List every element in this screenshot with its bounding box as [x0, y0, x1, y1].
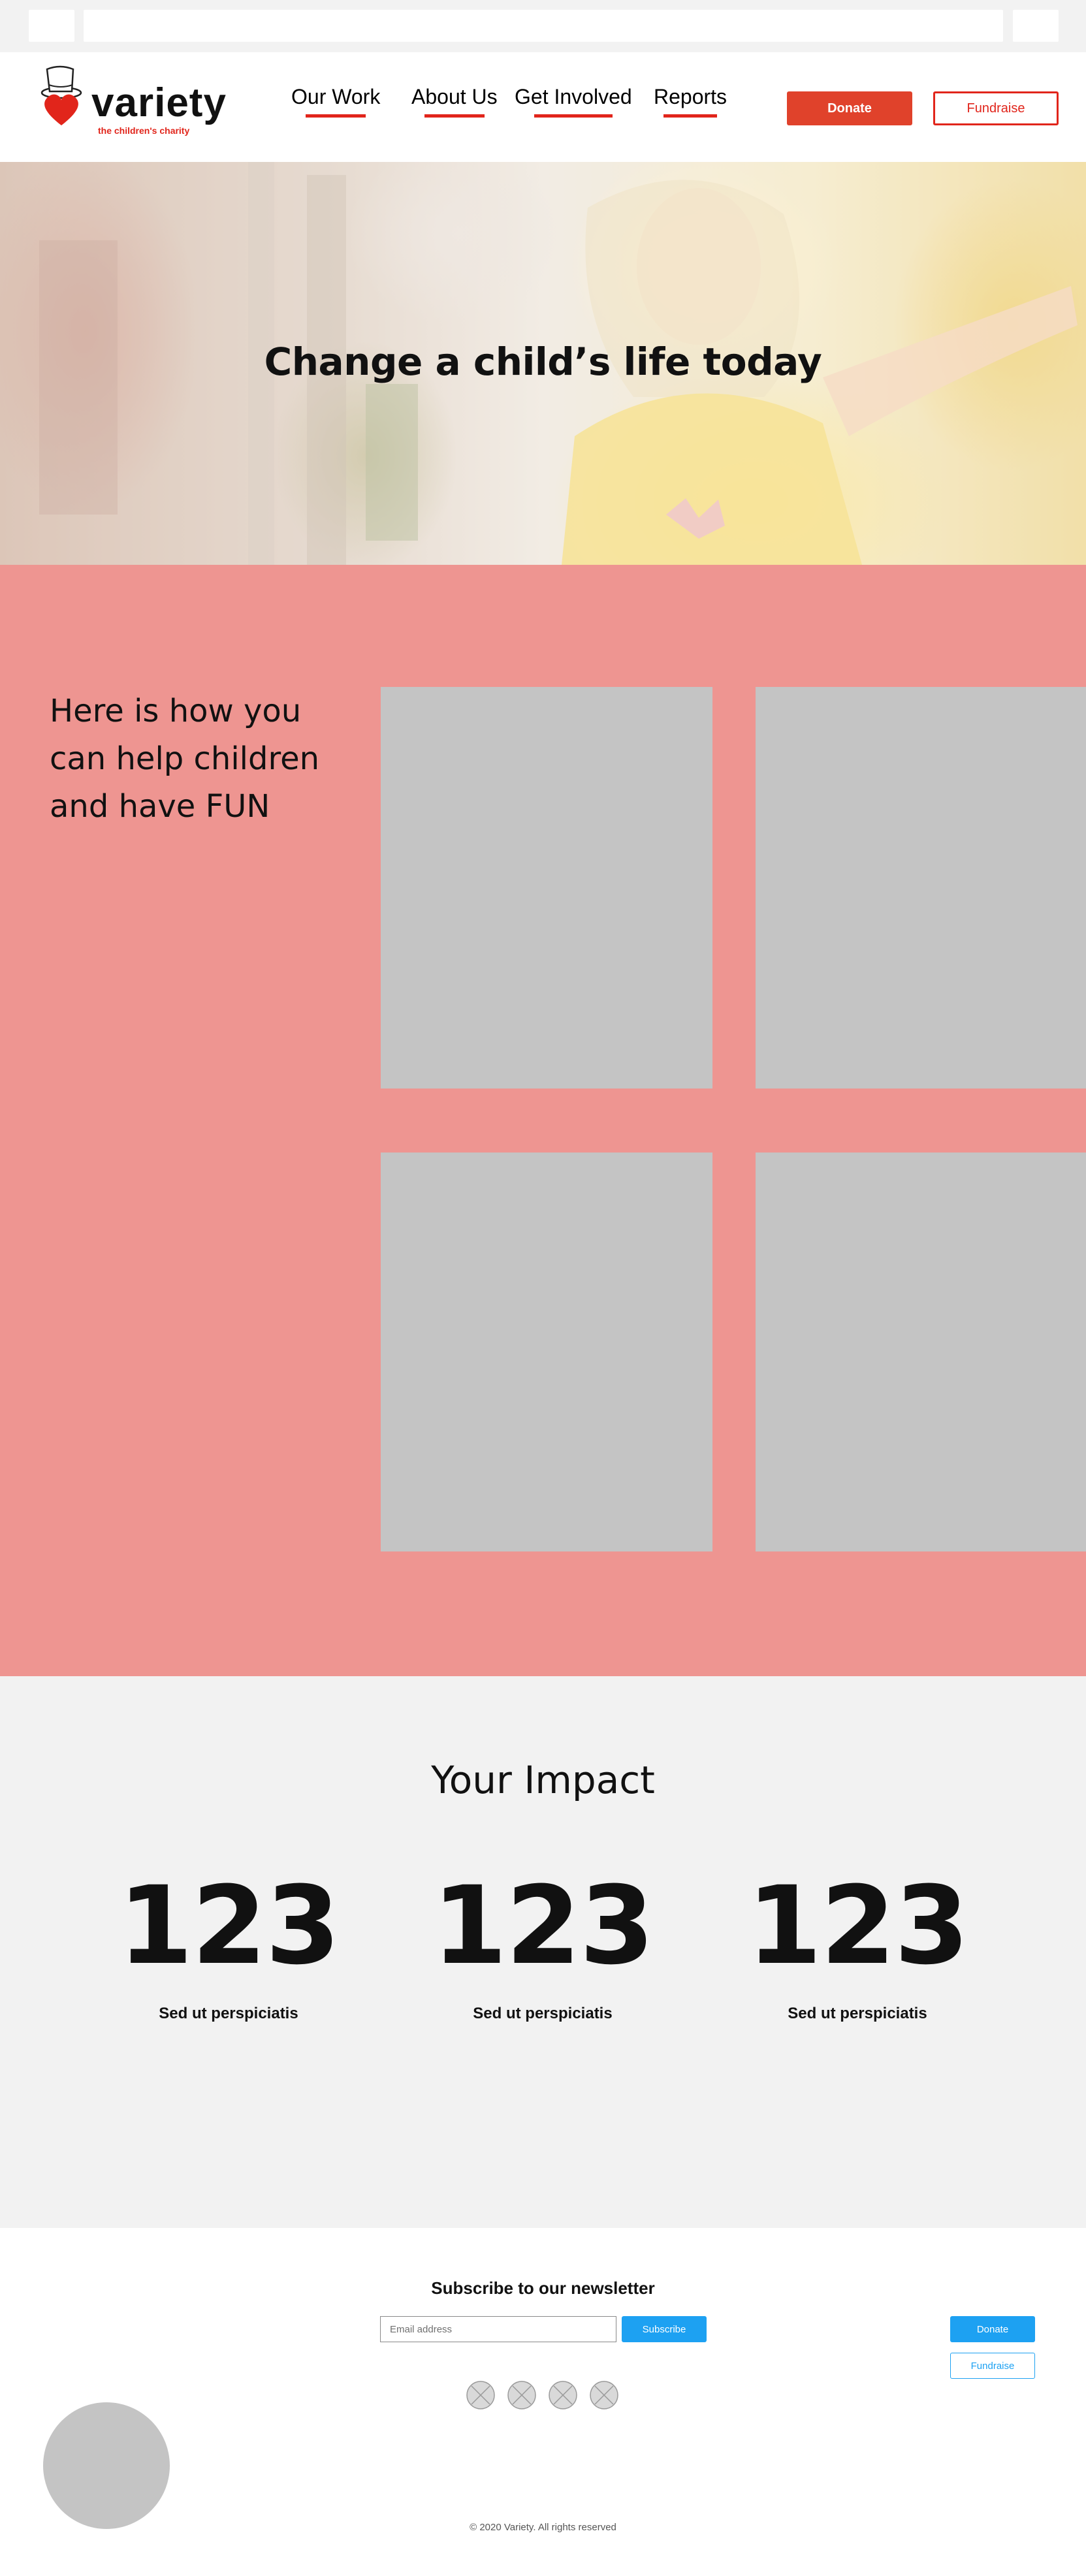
page: variety the children's charity Our Work …	[0, 0, 1086, 2576]
impact-section: Your Impact 123 Sed ut perspiciatis 123 …	[0, 1676, 1086, 2228]
nav-underline	[306, 114, 366, 118]
stat-caption: Sed ut perspiciatis	[473, 2005, 613, 2022]
nav-label: About Us	[411, 85, 498, 108]
social-icon[interactable]	[507, 2380, 537, 2410]
copyright-text: © 2020 Variety. All rights reserved	[470, 2522, 616, 2533]
fundraise-button[interactable]: Fundraise	[933, 91, 1059, 125]
impact-title: Your Impact	[431, 1758, 655, 1802]
activity-card[interactable]	[756, 687, 1086, 1089]
nav-get-involved[interactable]: Get Involved	[515, 85, 632, 118]
nav-our-work[interactable]: Our Work	[291, 85, 380, 118]
impact-stat: 123 Sed ut perspiciatis	[727, 1872, 988, 2023]
newsletter-email-input[interactable]	[380, 2316, 616, 2342]
footer-avatar	[43, 2402, 170, 2529]
donate-button[interactable]: Donate	[787, 91, 912, 125]
nav-reports[interactable]: Reports	[654, 85, 727, 118]
site-header: variety the children's charity Our Work …	[0, 52, 1086, 162]
logo-tagline: the children's charity	[98, 125, 190, 136]
social-icon[interactable]	[589, 2380, 619, 2410]
footer-donate-button[interactable]: Donate	[950, 2316, 1035, 2342]
activity-card[interactable]	[756, 1153, 1086, 1551]
nav-underline	[534, 114, 613, 118]
stat-value: 123	[432, 1863, 654, 1988]
social-icon[interactable]	[548, 2380, 578, 2410]
subscribe-button[interactable]: Subscribe	[622, 2316, 707, 2342]
site-footer: Subscribe to our newsletter Subscribe Do…	[0, 2228, 1086, 2576]
nav-label: Reports	[654, 85, 727, 108]
nav-underline	[424, 114, 485, 118]
address-bar[interactable]	[84, 10, 1003, 42]
logo-wordmark: variety	[91, 80, 227, 125]
browser-chrome	[0, 0, 1086, 52]
help-section: Here is how you can help children and ha…	[0, 565, 1086, 1676]
impact-stat: 123 Sed ut perspiciatis	[98, 1872, 359, 2023]
hero-banner: Change a child’s life today	[0, 162, 1086, 565]
browser-menu-button[interactable]	[1013, 10, 1059, 42]
stat-value: 123	[118, 1863, 340, 1988]
nav-about-us[interactable]: About Us	[411, 85, 498, 118]
newsletter-title: Subscribe to our newsletter	[431, 2278, 655, 2298]
stat-value: 123	[746, 1863, 969, 1988]
nav-label: Our Work	[291, 85, 381, 108]
hero-title: Change a child’s life today	[264, 340, 822, 384]
stat-caption: Sed ut perspiciatis	[788, 2005, 927, 2022]
social-icon[interactable]	[466, 2380, 496, 2410]
nav-underline	[663, 114, 718, 118]
footer-fundraise-button[interactable]: Fundraise	[950, 2353, 1035, 2379]
top-hat-heart-icon	[40, 65, 82, 125]
impact-stat: 123 Sed ut perspiciatis	[412, 1872, 673, 2023]
activity-card[interactable]	[381, 1153, 712, 1551]
stat-caption: Sed ut perspiciatis	[159, 2005, 298, 2022]
activity-card[interactable]	[381, 687, 712, 1089]
browser-back-button[interactable]	[29, 10, 74, 42]
nav-label: Get Involved	[515, 85, 632, 108]
help-title: Here is how you can help children and ha…	[50, 693, 320, 825]
variety-logo[interactable]: variety the children's charity	[39, 65, 226, 136]
